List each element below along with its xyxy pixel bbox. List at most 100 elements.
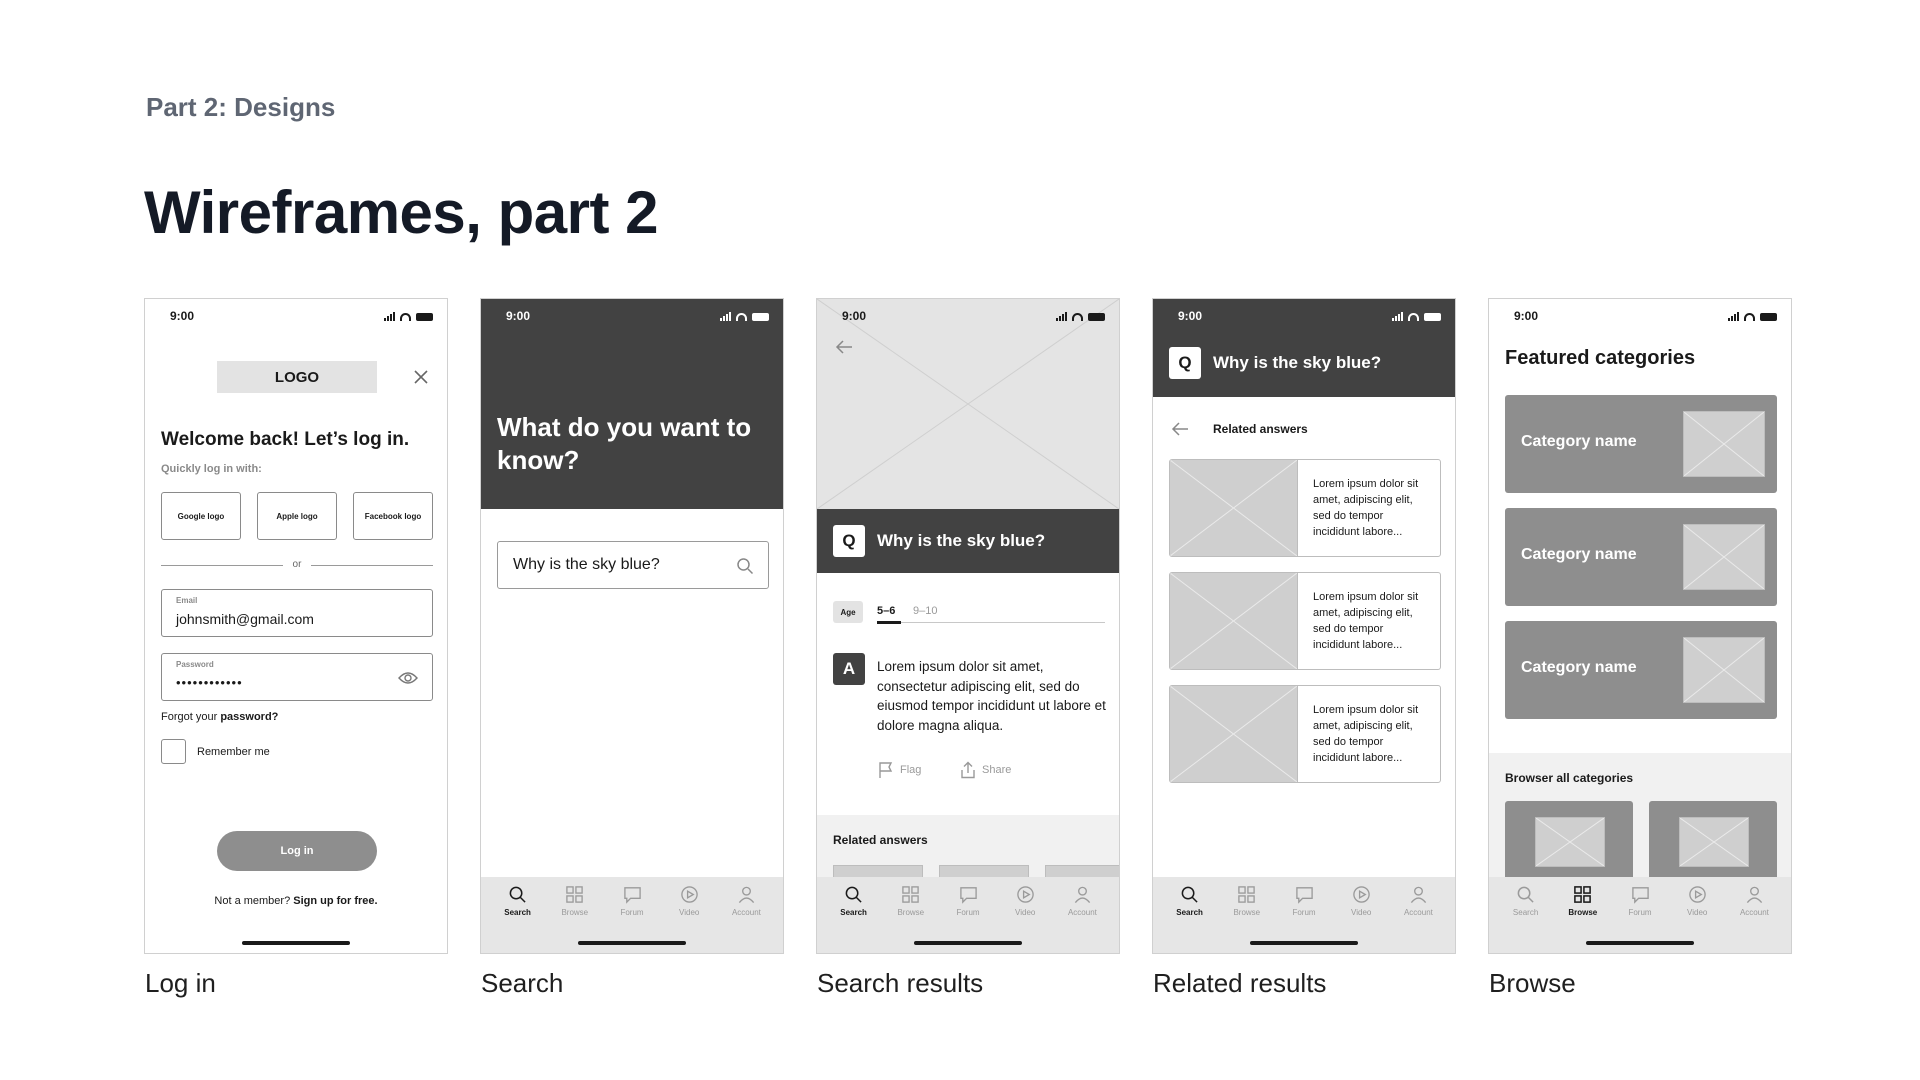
tab-label: Account	[1739, 908, 1769, 917]
card-text: Lorem ipsum dolor sit amet, adipiscing e…	[1313, 591, 1419, 651]
answer-text: Lorem ipsum dolor sit amet, consectetur …	[877, 659, 1106, 733]
tab-account[interactable]: Account	[1054, 883, 1111, 953]
share-label: Share	[982, 764, 1012, 776]
tab-search[interactable]: Search	[1497, 883, 1554, 953]
play-icon	[1688, 886, 1706, 903]
related-card[interactable]: Lorem ipsum dolor sit amet, adipiscing e…	[1169, 572, 1441, 670]
tab-search[interactable]: Search	[825, 883, 882, 953]
search-icon[interactable]	[736, 557, 754, 575]
related-card[interactable]: Lorem ipsum dolor sit amet, adipiscing e…	[1169, 459, 1441, 557]
related-card[interactable]: Lorem ipsum dolor sit amet, adipiscing e…	[1169, 685, 1441, 783]
forgot-password-link[interactable]: password?	[220, 711, 278, 723]
tab-account[interactable]: Account	[718, 883, 775, 953]
signal-icon	[720, 312, 731, 321]
category-card[interactable]: Category name	[1505, 621, 1777, 719]
battery-icon	[416, 313, 433, 321]
logo: LOGO	[217, 361, 377, 393]
related-answers-section: Related answers	[817, 815, 1119, 885]
age-tab-divider	[877, 622, 1105, 623]
image-placeholder-icon	[1683, 524, 1765, 590]
battery-icon	[1760, 313, 1777, 321]
tab-label: Search	[1512, 908, 1539, 917]
home-indicator	[578, 941, 686, 945]
tab-account[interactable]: Account	[1726, 883, 1783, 953]
tab-search[interactable]: Search	[1161, 883, 1218, 953]
password-field[interactable]: Password ••••••••••••	[161, 653, 433, 701]
eye-icon[interactable]	[398, 670, 418, 686]
or-label: or	[292, 559, 302, 570]
tab-label: Browse	[1568, 908, 1598, 917]
user-icon	[1410, 886, 1427, 904]
image-placeholder-icon	[1170, 686, 1298, 782]
signup-link[interactable]: Sign up for free.	[293, 895, 377, 907]
caption-search-results: Search results	[817, 968, 984, 998]
apple-login-button[interactable]: Apple logo	[257, 492, 337, 540]
close-icon[interactable]	[413, 369, 429, 385]
related-answers-heading: Related answers	[833, 833, 928, 847]
back-arrow-icon[interactable]	[1171, 421, 1189, 437]
battery-icon	[752, 313, 769, 321]
all-categories-heading: Browser all categories	[1505, 771, 1634, 785]
age-tab-5-6[interactable]: 5–6	[877, 605, 895, 617]
q-badge: Q	[1169, 347, 1201, 379]
image-placeholder-icon	[1535, 817, 1605, 867]
tab-account[interactable]: Account	[1390, 883, 1447, 953]
image-placeholder-icon	[1683, 411, 1765, 477]
tab-label: Account	[1403, 908, 1433, 917]
google-login-button[interactable]: Google logo	[161, 492, 241, 540]
category-image-placeholder	[1683, 637, 1765, 703]
flag-icon	[879, 762, 893, 778]
tab-label: Search	[840, 908, 867, 917]
remember-label: Remember me	[197, 746, 270, 758]
question-text: Why is the sky blue?	[877, 531, 1046, 550]
tab-search[interactable]: Search	[489, 883, 546, 953]
wifi-icon	[1408, 313, 1419, 321]
tab-label: Video	[1687, 908, 1708, 917]
share-button[interactable]: Share	[959, 761, 1011, 779]
search-value: Why is the sky blue?	[513, 556, 660, 573]
q-badge: Q	[833, 525, 865, 557]
remember-checkbox[interactable]	[161, 739, 186, 764]
tab-label: Video	[1015, 908, 1036, 917]
email-field[interactable]: Email johnsmith@gmail.com	[161, 589, 433, 637]
tab-label: Search	[1176, 908, 1203, 917]
user-icon	[1746, 886, 1763, 904]
search-icon	[1517, 886, 1534, 903]
login-heading: Welcome back! Let’s log in.	[161, 429, 410, 450]
status-bar: 9:00	[145, 299, 447, 335]
search-icon	[1181, 886, 1198, 903]
question-text: Why is the sky blue?	[1213, 353, 1382, 372]
caption-browse: Browse	[1489, 968, 1576, 998]
caption-search: Search	[481, 968, 564, 998]
password-value: ••••••••••••	[176, 675, 243, 690]
chat-icon	[959, 887, 977, 904]
battery-icon	[1424, 313, 1441, 321]
facebook-login-button[interactable]: Facebook logo	[353, 492, 433, 540]
or-divider: or	[161, 559, 433, 570]
tab-label: Browse	[897, 908, 925, 917]
play-icon	[680, 886, 698, 903]
category-card[interactable]: Category name	[1505, 395, 1777, 493]
category-card[interactable]: Category name	[1505, 508, 1777, 606]
back-arrow-icon[interactable]	[835, 339, 853, 355]
category-name: Category name	[1521, 659, 1637, 676]
home-indicator	[1586, 941, 1694, 945]
signal-icon	[1056, 312, 1067, 321]
chat-icon	[623, 887, 641, 904]
search-input[interactable]: Why is the sky blue?	[497, 541, 769, 589]
flag-button[interactable]: Flag	[877, 761, 921, 779]
grid-icon	[1238, 886, 1256, 903]
card-image-placeholder	[1170, 460, 1298, 556]
tab-label: Forum	[1292, 908, 1316, 917]
image-placeholder-icon	[1683, 637, 1765, 703]
question-bar: Q Why is the sky blue?	[817, 509, 1119, 573]
grid-icon	[1574, 886, 1592, 903]
login-button[interactable]: Log in	[217, 831, 377, 871]
age-tab-9-10[interactable]: 9–10	[913, 605, 937, 617]
flag-label: Flag	[900, 764, 922, 776]
hero-question: What do you want to know?	[497, 412, 752, 475]
category-image-placeholder	[1683, 411, 1765, 477]
category-name: Category name	[1521, 546, 1637, 563]
tab-label: Search	[504, 908, 531, 917]
grid-icon	[902, 886, 920, 903]
